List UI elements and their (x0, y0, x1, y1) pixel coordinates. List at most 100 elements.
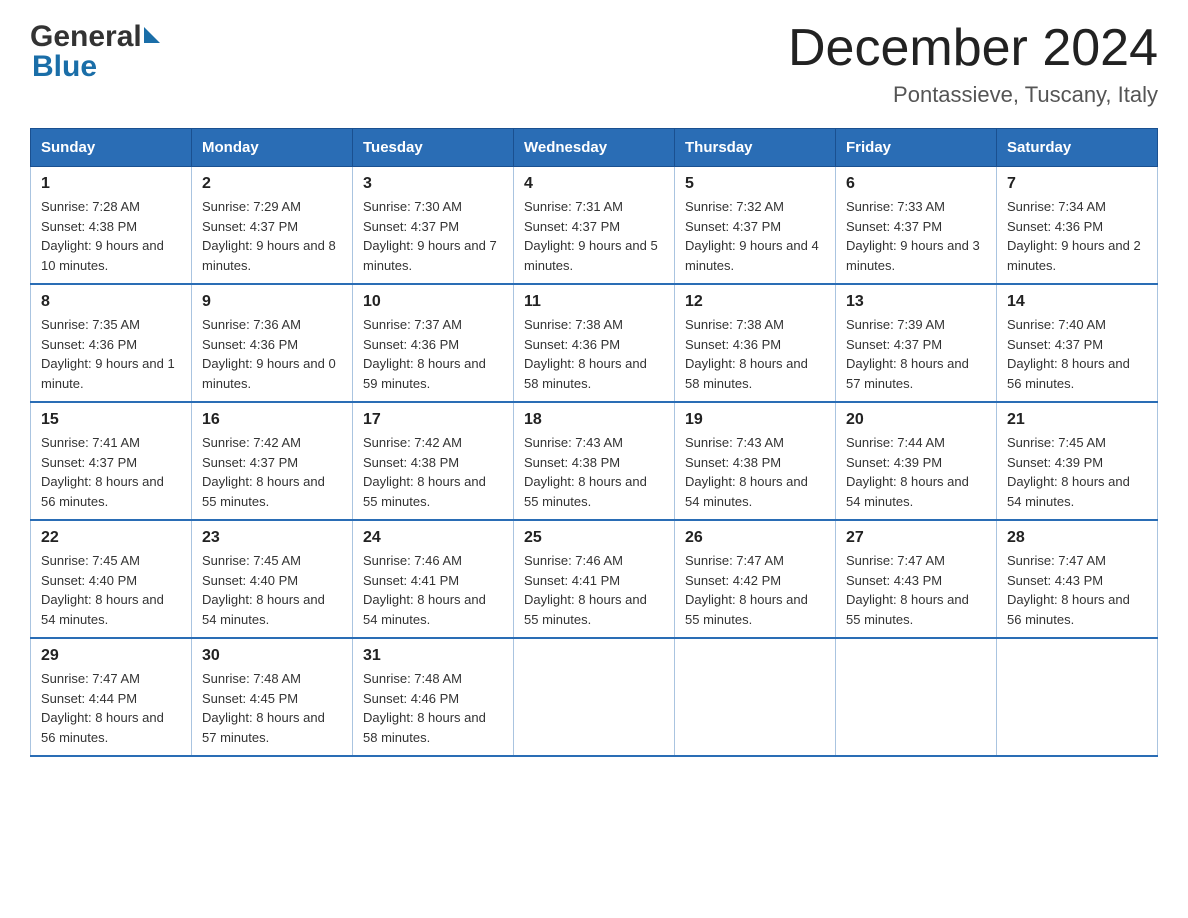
calendar-day-cell: 24 Sunrise: 7:46 AMSunset: 4:41 PMDayligh… (353, 520, 514, 638)
day-number: 22 (41, 529, 181, 547)
day-header-wednesday: Wednesday (514, 129, 675, 167)
day-info: Sunrise: 7:48 AMSunset: 4:46 PMDaylight:… (363, 669, 503, 747)
day-number: 23 (202, 529, 342, 547)
day-info: Sunrise: 7:37 AMSunset: 4:36 PMDaylight:… (363, 315, 503, 393)
day-number: 9 (202, 293, 342, 311)
calendar-week-row: 1 Sunrise: 7:28 AMSunset: 4:38 PMDaylight… (31, 167, 1158, 285)
calendar-day-cell: 12 Sunrise: 7:38 AMSunset: 4:36 PMDayligh… (675, 284, 836, 402)
day-number: 2 (202, 175, 342, 193)
calendar-day-cell: 2 Sunrise: 7:29 AMSunset: 4:37 PMDaylight… (192, 167, 353, 285)
location-subtitle: Pontassieve, Tuscany, Italy (788, 82, 1158, 108)
day-info: Sunrise: 7:28 AMSunset: 4:38 PMDaylight:… (41, 197, 181, 275)
day-number: 27 (846, 529, 986, 547)
calendar-day-cell: 19Sunrise: 7:43 AMSunset: 4:38 PMDayligh… (675, 402, 836, 520)
logo-general-text: General (30, 20, 142, 54)
day-number: 29 (41, 647, 181, 665)
day-header-friday: Friday (836, 129, 997, 167)
day-number: 26 (685, 529, 825, 547)
calendar-day-cell: 10Sunrise: 7:37 AMSunset: 4:36 PMDayligh… (353, 284, 514, 402)
day-info: Sunrise: 7:46 AMSunset: 4:41 PMDaylight:… (363, 551, 503, 629)
day-number: 8 (41, 293, 181, 311)
calendar-day-cell: 5 Sunrise: 7:32 AMSunset: 4:37 PMDaylight… (675, 167, 836, 285)
day-info: Sunrise: 7:44 AMSunset: 4:39 PMDaylight:… (846, 433, 986, 511)
day-number: 3 (363, 175, 503, 193)
day-info: Sunrise: 7:45 AMSunset: 4:40 PMDaylight:… (202, 551, 342, 629)
day-number: 24 (363, 529, 503, 547)
day-info: Sunrise: 7:47 AMSunset: 4:44 PMDaylight:… (41, 669, 181, 747)
day-info: Sunrise: 7:39 AMSunset: 4:37 PMDaylight:… (846, 315, 986, 393)
day-number: 18 (524, 411, 664, 429)
day-number: 25 (524, 529, 664, 547)
day-info: Sunrise: 7:33 AMSunset: 4:37 PMDaylight:… (846, 197, 986, 275)
day-number: 19 (685, 411, 825, 429)
day-number: 30 (202, 647, 342, 665)
calendar-body: 1 Sunrise: 7:28 AMSunset: 4:38 PMDaylight… (31, 167, 1158, 757)
day-info: Sunrise: 7:35 AMSunset: 4:36 PMDaylight:… (41, 315, 181, 393)
day-number: 12 (685, 293, 825, 311)
day-info: Sunrise: 7:32 AMSunset: 4:37 PMDaylight:… (685, 197, 825, 275)
day-number: 28 (1007, 529, 1147, 547)
calendar-day-cell: 13 Sunrise: 7:39 AMSunset: 4:37 PMDayligh… (836, 284, 997, 402)
day-info: Sunrise: 7:42 AMSunset: 4:37 PMDaylight:… (202, 433, 342, 511)
calendar-day-cell: 6 Sunrise: 7:33 AMSunset: 4:37 PMDaylight… (836, 167, 997, 285)
day-number: 7 (1007, 175, 1147, 193)
calendar-table: SundayMondayTuesdayWednesdayThursdayFrid… (30, 128, 1158, 757)
day-number: 21 (1007, 411, 1147, 429)
calendar-day-cell: 17Sunrise: 7:42 AMSunset: 4:38 PMDayligh… (353, 402, 514, 520)
day-info: Sunrise: 7:46 AMSunset: 4:41 PMDaylight:… (524, 551, 664, 629)
day-info: Sunrise: 7:47 AMSunset: 4:43 PMDaylight:… (1007, 551, 1147, 629)
calendar-week-row: 8 Sunrise: 7:35 AMSunset: 4:36 PMDaylight… (31, 284, 1158, 402)
day-number: 4 (524, 175, 664, 193)
day-header-sunday: Sunday (31, 129, 192, 167)
calendar-week-row: 22 Sunrise: 7:45 AMSunset: 4:40 PMDayligh… (31, 520, 1158, 638)
calendar-day-cell: 27 Sunrise: 7:47 AMSunset: 4:43 PMDayligh… (836, 520, 997, 638)
day-number: 11 (524, 293, 664, 311)
calendar-day-cell: 16 Sunrise: 7:42 AMSunset: 4:37 PMDayligh… (192, 402, 353, 520)
calendar-day-cell: 25 Sunrise: 7:46 AMSunset: 4:41 PMDayligh… (514, 520, 675, 638)
day-header-tuesday: Tuesday (353, 129, 514, 167)
day-number: 13 (846, 293, 986, 311)
day-info: Sunrise: 7:36 AMSunset: 4:36 PMDaylight:… (202, 315, 342, 393)
logo: General Blue (30, 20, 160, 84)
calendar-week-row: 29 Sunrise: 7:47 AMSunset: 4:44 PMDayligh… (31, 638, 1158, 756)
day-header-monday: Monday (192, 129, 353, 167)
calendar-day-cell: 26 Sunrise: 7:47 AMSunset: 4:42 PMDayligh… (675, 520, 836, 638)
calendar-day-cell: 3Sunrise: 7:30 AMSunset: 4:37 PMDaylight… (353, 167, 514, 285)
calendar-day-cell: 8 Sunrise: 7:35 AMSunset: 4:36 PMDaylight… (31, 284, 192, 402)
calendar-day-cell: 23 Sunrise: 7:45 AMSunset: 4:40 PMDayligh… (192, 520, 353, 638)
calendar-day-cell: 1 Sunrise: 7:28 AMSunset: 4:38 PMDaylight… (31, 167, 192, 285)
calendar-day-cell: 29 Sunrise: 7:47 AMSunset: 4:44 PMDayligh… (31, 638, 192, 756)
day-header-thursday: Thursday (675, 129, 836, 167)
day-info: Sunrise: 7:41 AMSunset: 4:37 PMDaylight:… (41, 433, 181, 511)
day-info: Sunrise: 7:38 AMSunset: 4:36 PMDaylight:… (524, 315, 664, 393)
day-info: Sunrise: 7:31 AMSunset: 4:37 PMDaylight:… (524, 197, 664, 275)
calendar-day-cell: 11 Sunrise: 7:38 AMSunset: 4:36 PMDayligh… (514, 284, 675, 402)
page-header: General Blue December 2024 Pontassieve, … (30, 20, 1158, 108)
calendar-day-cell: 15 Sunrise: 7:41 AMSunset: 4:37 PMDayligh… (31, 402, 192, 520)
day-number: 16 (202, 411, 342, 429)
day-number: 17 (363, 411, 503, 429)
calendar-week-row: 15 Sunrise: 7:41 AMSunset: 4:37 PMDayligh… (31, 402, 1158, 520)
day-number: 31 (363, 647, 503, 665)
calendar-day-cell: 9 Sunrise: 7:36 AMSunset: 4:36 PMDaylight… (192, 284, 353, 402)
calendar-day-cell (997, 638, 1158, 756)
calendar-day-cell: 30 Sunrise: 7:48 AMSunset: 4:45 PMDayligh… (192, 638, 353, 756)
calendar-day-cell (836, 638, 997, 756)
day-info: Sunrise: 7:40 AMSunset: 4:37 PMDaylight:… (1007, 315, 1147, 393)
calendar-day-cell (514, 638, 675, 756)
day-info: Sunrise: 7:38 AMSunset: 4:36 PMDaylight:… (685, 315, 825, 393)
day-info: Sunrise: 7:47 AMSunset: 4:43 PMDaylight:… (846, 551, 986, 629)
day-info: Sunrise: 7:48 AMSunset: 4:45 PMDaylight:… (202, 669, 342, 747)
day-number: 6 (846, 175, 986, 193)
calendar-day-cell: 28 Sunrise: 7:47 AMSunset: 4:43 PMDayligh… (997, 520, 1158, 638)
calendar-day-cell: 18Sunrise: 7:43 AMSunset: 4:38 PMDayligh… (514, 402, 675, 520)
day-number: 5 (685, 175, 825, 193)
calendar-day-cell: 7Sunrise: 7:34 AMSunset: 4:36 PMDaylight… (997, 167, 1158, 285)
title-area: December 2024 Pontassieve, Tuscany, Ital… (788, 20, 1158, 108)
calendar-day-cell: 20Sunrise: 7:44 AMSunset: 4:39 PMDayligh… (836, 402, 997, 520)
day-number: 1 (41, 175, 181, 193)
day-number: 15 (41, 411, 181, 429)
day-info: Sunrise: 7:47 AMSunset: 4:42 PMDaylight:… (685, 551, 825, 629)
day-info: Sunrise: 7:29 AMSunset: 4:37 PMDaylight:… (202, 197, 342, 275)
calendar-header-row: SundayMondayTuesdayWednesdayThursdayFrid… (31, 129, 1158, 167)
